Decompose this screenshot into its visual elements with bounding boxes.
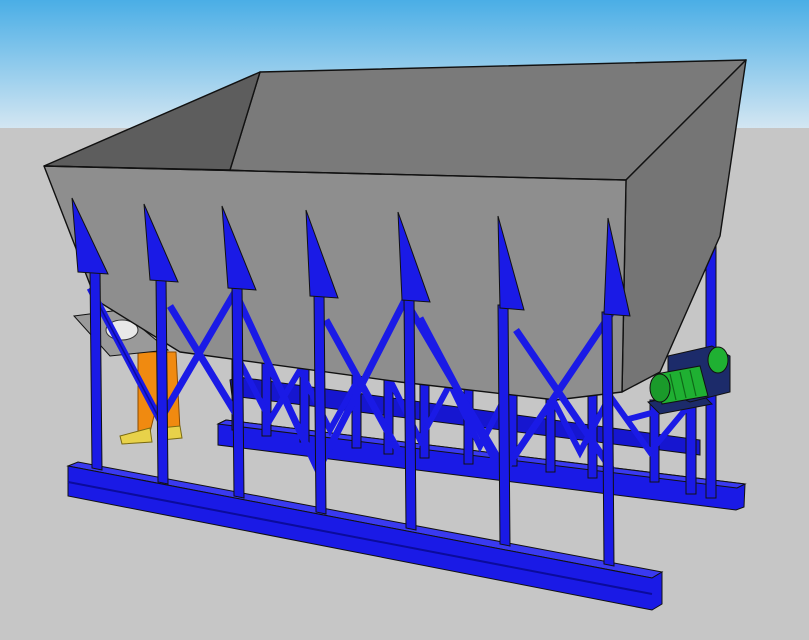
- post-4: [313, 292, 327, 515]
- gearbox-end-cap: [707, 346, 729, 374]
- post-3: [231, 284, 245, 499]
- post-5: [403, 297, 417, 531]
- post-6: [497, 304, 511, 547]
- scene-canvas: [0, 0, 809, 640]
- motor-end-cap: [649, 373, 671, 403]
- post-7: [601, 311, 615, 567]
- post-2: [155, 277, 169, 485]
- post-1: [89, 269, 103, 471]
